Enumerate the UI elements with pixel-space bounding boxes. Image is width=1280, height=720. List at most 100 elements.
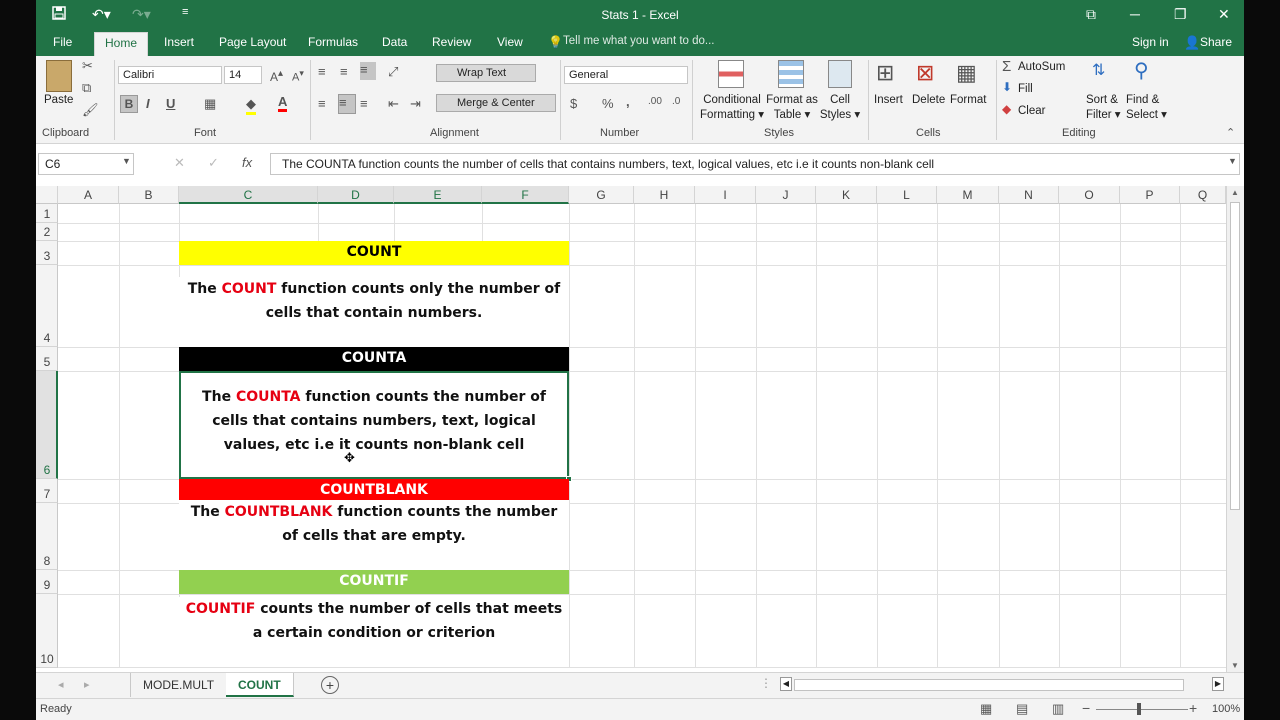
sheet-tab-count[interactable]: COUNT <box>226 673 294 697</box>
row-header[interactable]: 9 <box>36 570 58 594</box>
sort-filter-button[interactable]: Sort & Filter ▾ <box>1086 93 1121 123</box>
fill-button[interactable]: Fill <box>1018 82 1033 97</box>
grow-font-icon[interactable]: A▴ <box>270 68 283 84</box>
tab-insert[interactable]: Insert <box>164 35 194 49</box>
font-name-select[interactable]: Calibri <box>118 66 222 84</box>
italic-button[interactable]: I <box>146 96 150 111</box>
counta-header-cell[interactable]: COUNTA <box>179 347 569 371</box>
tab-splitter-icon[interactable]: ⋮ <box>760 676 772 690</box>
sign-in-link[interactable]: Sign in <box>1132 35 1169 49</box>
middle-align-icon[interactable]: ≡ <box>340 64 348 79</box>
underline-button[interactable]: U <box>166 96 175 111</box>
cut-icon[interactable]: ✂ <box>82 58 93 74</box>
cell-styles-icon[interactable] <box>828 60 852 88</box>
orientation-icon[interactable]: ⤢ <box>388 64 398 80</box>
column-header[interactable]: C <box>179 186 318 204</box>
number-format-select[interactable]: General <box>564 66 688 84</box>
expand-formula-icon[interactable]: ▼ <box>1228 156 1237 166</box>
decrease-decimal-icon[interactable]: .0 <box>672 96 680 107</box>
scroll-right-icon[interactable]: ▶ <box>1212 677 1224 691</box>
vertical-scrollbar[interactable]: ▲ ▼ <box>1226 186 1244 672</box>
column-header[interactable]: Q <box>1180 186 1226 204</box>
scroll-sheets-right-icon[interactable]: ▸ <box>84 678 90 691</box>
tab-data[interactable]: Data <box>382 35 407 49</box>
font-size-select[interactable]: 14 <box>224 66 262 84</box>
column-header[interactable]: L <box>877 186 937 204</box>
share-button[interactable]: Share <box>1200 35 1232 49</box>
tell-me-search[interactable]: Tell me what you want to do... <box>563 35 715 47</box>
column-header[interactable]: G <box>569 186 634 204</box>
column-header[interactable]: K <box>816 186 877 204</box>
format-painter-icon[interactable]: 🖌 <box>82 102 99 118</box>
count-description-cell[interactable]: The COUNT function counts only the numbe… <box>179 277 569 347</box>
column-header[interactable]: D <box>318 186 394 204</box>
wrap-text-button[interactable]: Wrap Text <box>436 64 536 82</box>
minimize-icon[interactable]: ─ <box>1130 6 1140 22</box>
insert-cells-icon[interactable]: ⊞ <box>876 60 894 86</box>
row-header[interactable]: 3 <box>36 241 58 265</box>
vertical-scroll-thumb[interactable] <box>1230 202 1240 510</box>
column-header[interactable]: J <box>756 186 816 204</box>
tab-review[interactable]: Review <box>432 35 471 49</box>
comma-button[interactable]: , <box>626 94 630 109</box>
close-icon[interactable]: ✕ <box>1218 6 1230 23</box>
column-header[interactable]: A <box>58 186 119 204</box>
chevron-down-icon[interactable]: ▼ <box>122 156 131 166</box>
scroll-down-icon[interactable]: ▼ <box>1231 661 1239 670</box>
fill-color-icon[interactable]: ◆ <box>246 96 256 115</box>
enter-icon[interactable]: ✓ <box>208 155 219 171</box>
zoom-level[interactable]: 100% <box>1212 703 1240 715</box>
row-header[interactable]: 1 <box>36 204 58 223</box>
zoom-out-icon[interactable]: − <box>1082 700 1090 716</box>
column-header[interactable]: F <box>482 186 569 204</box>
scroll-left-icon[interactable]: ◀ <box>780 677 792 691</box>
ribbon-display-options-icon[interactable]: ⧉ <box>1086 6 1096 23</box>
zoom-slider-thumb[interactable] <box>1137 703 1141 715</box>
decrease-indent-icon[interactable]: ⇤ <box>388 96 399 112</box>
scroll-up-icon[interactable]: ▲ <box>1231 188 1239 197</box>
delete-cells-icon[interactable]: ⊠ <box>916 60 934 86</box>
conditional-formatting-icon[interactable] <box>718 60 744 88</box>
name-box[interactable]: C6 <box>38 153 134 175</box>
formula-input[interactable]: The COUNTA function counts the number of… <box>270 153 1240 175</box>
count-header-cell[interactable]: COUNT <box>179 241 569 265</box>
row-header[interactable]: 8 <box>36 503 58 570</box>
insert-cells-button[interactable]: Insert <box>874 93 903 108</box>
merge-center-button[interactable]: Merge & Center <box>436 94 556 112</box>
row-header[interactable]: 5 <box>36 347 58 371</box>
cell-styles-button[interactable]: Cell Styles ▾ <box>818 93 862 123</box>
zoom-in-icon[interactable]: + <box>1189 700 1197 716</box>
tab-home[interactable]: Home <box>94 32 149 56</box>
clear-button[interactable]: Clear <box>1018 104 1045 119</box>
column-header[interactable]: O <box>1059 186 1120 204</box>
format-cells-button[interactable]: Format <box>950 93 986 108</box>
percent-button[interactable]: % <box>602 96 614 111</box>
row-header[interactable]: 10 <box>36 594 58 668</box>
fill-icon[interactable]: ⬇ <box>1002 80 1012 94</box>
insert-function-icon[interactable]: fx <box>242 155 252 170</box>
row-header[interactable]: 2 <box>36 223 58 241</box>
page-layout-view-icon[interactable]: ▤ <box>1016 701 1028 717</box>
bold-button[interactable]: B <box>120 95 138 113</box>
column-header[interactable]: H <box>634 186 695 204</box>
top-align-icon[interactable]: ≡ <box>318 64 326 79</box>
tab-formulas[interactable]: Formulas <box>308 35 358 49</box>
countif-header-cell[interactable]: COUNTIF <box>179 570 569 594</box>
autosum-icon[interactable]: Σ <box>1002 58 1011 75</box>
format-as-table-button[interactable]: Format as Table ▾ <box>764 93 820 123</box>
column-header[interactable]: M <box>937 186 999 204</box>
conditional-formatting-button[interactable]: Conditional Formatting ▾ <box>700 93 764 123</box>
tab-view[interactable]: View <box>497 35 523 49</box>
paste-button[interactable]: Paste <box>44 93 73 108</box>
format-as-table-icon[interactable] <box>778 60 804 88</box>
currency-button[interactable]: $ <box>570 96 577 111</box>
horizontal-scroll-thumb[interactable] <box>794 679 1184 691</box>
worksheet-grid[interactable]: A B C D E F G H I J K L M N O P Q 1 2 3 … <box>36 186 1226 668</box>
cancel-icon[interactable]: ✕ <box>174 155 185 171</box>
new-sheet-icon[interactable]: + <box>321 676 339 694</box>
align-center-icon[interactable]: ≡ <box>338 94 356 114</box>
borders-icon[interactable]: ▦ <box>204 96 216 112</box>
find-select-button[interactable]: Find & Select ▾ <box>1126 93 1167 123</box>
restore-icon[interactable]: ❐ <box>1174 6 1187 23</box>
collapse-ribbon-icon[interactable]: ⌃ <box>1226 126 1235 139</box>
